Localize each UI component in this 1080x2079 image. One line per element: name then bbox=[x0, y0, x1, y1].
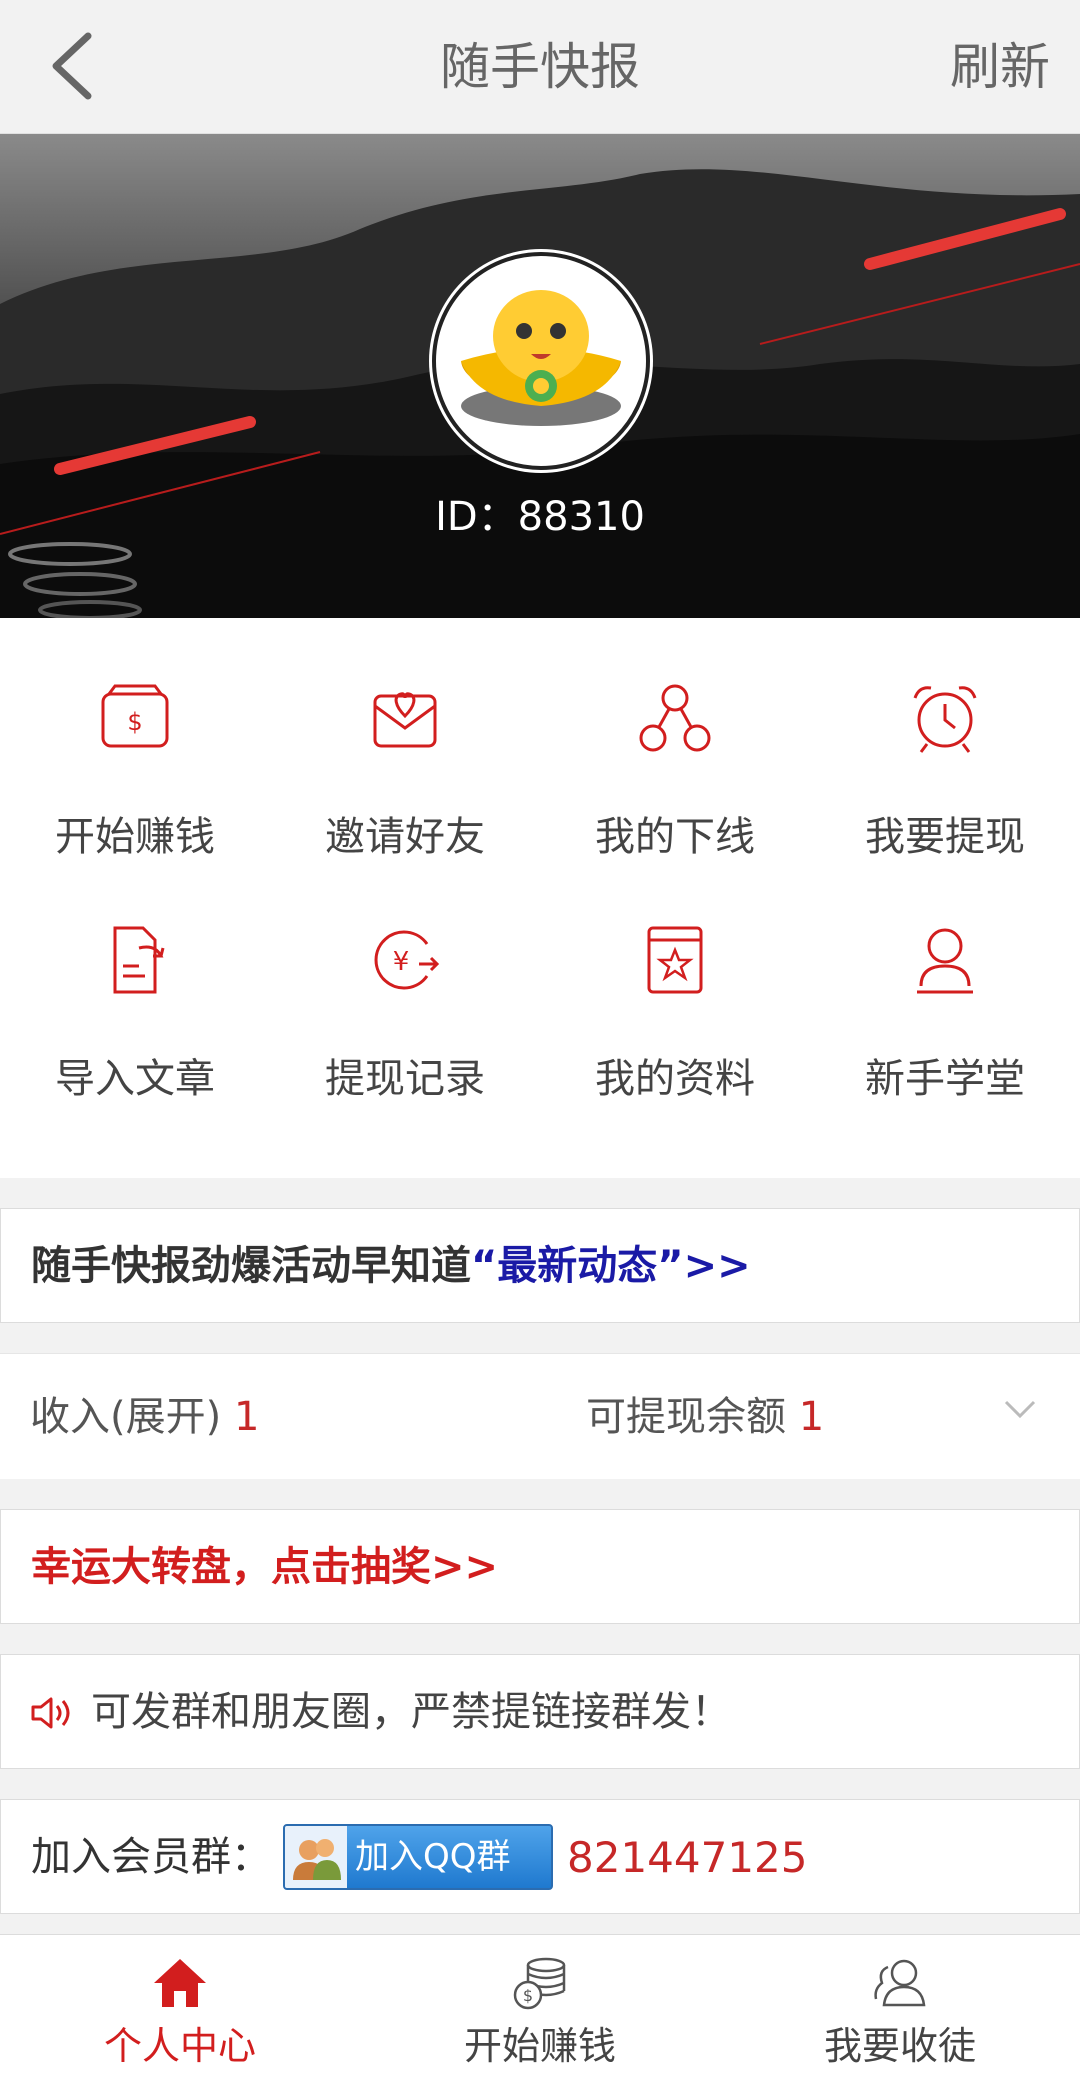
top-nav-bar: 随手快报 刷新 bbox=[0, 0, 1080, 134]
heart-envelope-icon bbox=[373, 692, 437, 748]
member-group-bar: 加入会员群： 加入QQ群 821447125 bbox=[0, 1799, 1080, 1914]
network-icon bbox=[639, 684, 711, 752]
tab-label: 个人中心 bbox=[103, 2024, 256, 2068]
tab-start-earning[interactable]: $ 开始赚钱 bbox=[360, 1935, 720, 2079]
coins-icon: $ bbox=[513, 1957, 566, 2010]
lottery-link[interactable]: 幸运大转盘，点击抽奖>> bbox=[31, 1510, 498, 1625]
news-link[interactable]: “最新动态”>> bbox=[471, 1243, 751, 1289]
profile-book-icon bbox=[647, 926, 703, 994]
alarm-clock-icon bbox=[913, 686, 977, 753]
chevron-down-icon[interactable] bbox=[1002, 1398, 1038, 1422]
menu-item-invite-friends[interactable]: 邀请好友 bbox=[270, 618, 540, 860]
balance-label: 可提现余额 bbox=[586, 1394, 786, 1440]
news-prefix: 随手快报劲爆活动早知道 bbox=[31, 1243, 471, 1289]
tab-label: 我要收徒 bbox=[823, 2024, 976, 2068]
notice-text: 可发群和朋友圈，严禁提链接群发！ bbox=[91, 1689, 731, 1735]
menu-label: 开始赚钱 bbox=[55, 814, 215, 860]
users-icon bbox=[874, 1959, 926, 2007]
menu-label: 我要提现 bbox=[865, 814, 1025, 860]
tab-recruit-apprentice[interactable]: 我要收徒 bbox=[720, 1935, 1080, 2079]
menu-item-start-earning[interactable]: $ 开始赚钱 bbox=[0, 618, 270, 860]
menu-label: 邀请好友 bbox=[325, 814, 485, 860]
qq-group-icon bbox=[285, 1826, 347, 1888]
menu-item-import-article[interactable]: 导入文章 bbox=[0, 860, 270, 1102]
lottery-bar[interactable]: 幸运大转盘，点击抽奖>> bbox=[0, 1509, 1080, 1624]
menu-item-withdraw-history[interactable]: ¥ 提现记录 bbox=[270, 860, 540, 1102]
yen-record-icon: ¥ bbox=[374, 930, 440, 990]
menu-item-my-downline[interactable]: 我的下线 bbox=[540, 618, 810, 860]
tab-personal-center[interactable]: 个人中心 bbox=[0, 1935, 360, 2079]
gold-ingot-mascot-icon bbox=[461, 290, 621, 426]
notice-bar: 可发群和朋友圈，严禁提链接群发！ bbox=[0, 1654, 1080, 1769]
qq-button-label: 加入QQ群 bbox=[355, 1837, 511, 1877]
bottom-tab-bar: 个人中心 $ 开始赚钱 我要收徒 bbox=[0, 1934, 1080, 2079]
refresh-button[interactable]: 刷新 bbox=[950, 0, 1050, 134]
menu-item-my-profile[interactable]: 我的资料 bbox=[540, 860, 810, 1102]
home-icon bbox=[154, 1959, 206, 2007]
balance: 可提现余额 1 bbox=[586, 1354, 824, 1480]
income-label: 收入(展开) bbox=[30, 1394, 222, 1440]
svg-text:$: $ bbox=[127, 708, 142, 736]
balance-value: 1 bbox=[798, 1394, 825, 1440]
menu-label: 提现记录 bbox=[325, 1056, 485, 1102]
income-bar: 收入(展开) 1 可提现余额 1 bbox=[0, 1353, 1080, 1479]
speaker-icon bbox=[31, 1697, 70, 1729]
import-document-icon bbox=[113, 926, 165, 994]
profile-banner: ID：88310 bbox=[0, 134, 1080, 618]
tab-label: 开始赚钱 bbox=[463, 2024, 616, 2068]
svg-text:$: $ bbox=[523, 1986, 533, 2005]
user-icon bbox=[917, 928, 973, 994]
user-id: ID：88310 bbox=[435, 494, 645, 540]
menu-label: 新手学堂 bbox=[865, 1056, 1025, 1102]
svg-text:¥: ¥ bbox=[393, 947, 410, 977]
menu-label: 导入文章 bbox=[55, 1056, 215, 1102]
join-qq-group-button[interactable]: 加入QQ群 bbox=[283, 1824, 553, 1890]
page-title: 随手快报 bbox=[440, 38, 640, 96]
menu-label: 我的资料 bbox=[595, 1056, 755, 1102]
menu-label: 我的下线 bbox=[595, 814, 755, 860]
group-label: 加入会员群： bbox=[31, 1834, 271, 1880]
wallet-icon: $ bbox=[101, 684, 169, 748]
avatar[interactable] bbox=[432, 252, 650, 470]
news-bar[interactable]: 随手快报劲爆活动早知道“最新动态”>> bbox=[0, 1208, 1080, 1323]
income-value: 1 bbox=[233, 1394, 260, 1440]
news-text[interactable]: 随手快报劲爆活动早知道“最新动态”>> bbox=[31, 1209, 751, 1324]
menu-item-withdraw[interactable]: 我要提现 bbox=[810, 618, 1080, 860]
menu-item-beginner-school[interactable]: 新手学堂 bbox=[810, 860, 1080, 1102]
income-toggle[interactable]: 收入(展开) 1 bbox=[30, 1354, 259, 1480]
feature-menu: $ 开始赚钱 邀请好友 我的下线 我要提现 导入文章 ¥ 提现记录 我的资料 新… bbox=[0, 618, 1080, 1178]
group-number: 821447125 bbox=[567, 1833, 808, 1882]
